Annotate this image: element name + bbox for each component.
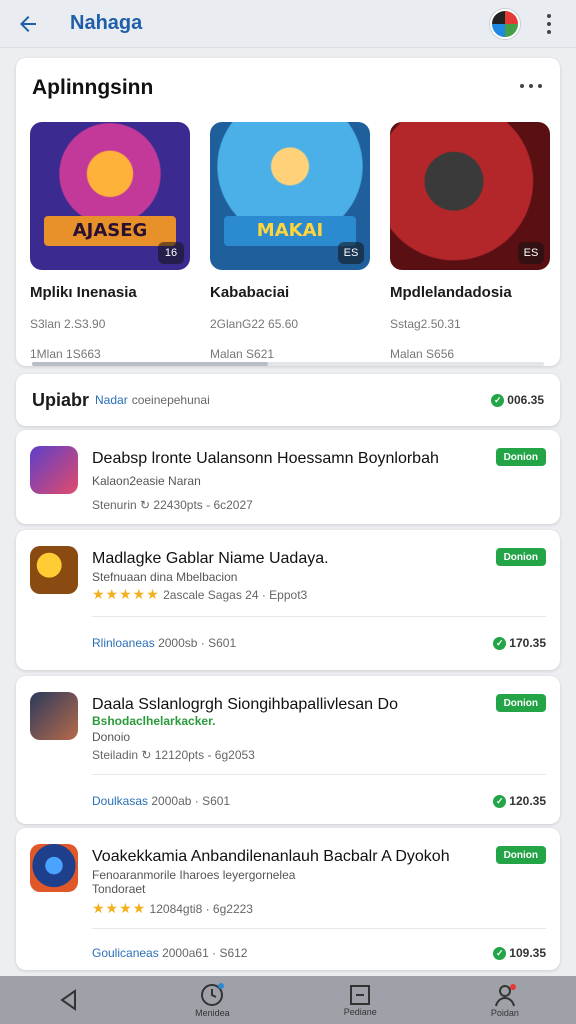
app-title: Madlagke Gablar Niame Uadaya.	[92, 550, 329, 567]
updates-subtitle: coeinepehunai	[131, 393, 210, 407]
divider	[92, 928, 546, 929]
status-badge: ✓ 170.35	[493, 636, 546, 650]
app-meta: 12084gti8 · 6g2223	[149, 902, 253, 916]
app-name: Kababaciai	[210, 284, 290, 301]
arrow-left-icon	[20, 15, 36, 32]
row-footer-meta: 2000a61 · S612	[162, 946, 248, 960]
app-list-item[interactable]: Deabsp lronte Ualansonn Hoessamn Boynlor…	[16, 430, 560, 524]
nav-label: Poidan	[490, 1008, 519, 1018]
app-name: Mplikı Inenasia	[30, 284, 137, 301]
update-button[interactable]: Donion	[495, 448, 546, 466]
person-icon	[494, 984, 516, 1007]
rating-stars-icon: ★★★★	[92, 900, 147, 916]
app-bar: Nahaga	[0, 0, 576, 48]
square-icon	[350, 985, 371, 1005]
update-button[interactable]: Donion	[495, 846, 546, 864]
account-avatar[interactable]	[490, 8, 520, 39]
thumbnail-badge: ES	[518, 242, 544, 264]
app-meta: 2ascale Sagas 24 · Eppot3	[163, 588, 308, 602]
nav-label: Pediane	[343, 1007, 377, 1017]
status-badge: ✓ 006.35	[491, 393, 544, 407]
app-name: Mpdlelandadosia	[390, 284, 512, 301]
row-link[interactable]: Goulicaneas	[92, 946, 159, 960]
clock-icon	[201, 983, 225, 1006]
app-meta-line: Malan S621	[210, 347, 275, 361]
bottom-navigation: Menidea Pediane Poidan	[0, 976, 576, 1024]
app-thumbnail: ES	[390, 122, 550, 270]
back-button[interactable]	[0, 0, 56, 48]
back-triangle-icon	[60, 989, 77, 1011]
nav-label: Menidea	[195, 1008, 230, 1018]
nav-profile[interactable]: Poidan	[491, 982, 519, 1018]
check-icon: ✓	[493, 636, 507, 650]
app-title: Deabsp lronte Ualansonn Hoessamn Boynlor…	[92, 450, 439, 467]
status-badge: ✓ 120.35	[493, 794, 546, 808]
nav-recent[interactable]: Menidea	[195, 982, 230, 1018]
app-title: Voakekkamia Anbandilenanlauh Bacbalr A D…	[92, 848, 450, 865]
app-thumbnail: MAKAI ES	[210, 122, 370, 270]
nav-back[interactable]	[57, 988, 81, 1012]
featured-app-tile[interactable]: MAKAI ES Kababaciai 2GlanG22 65.60 Malan…	[210, 122, 370, 361]
app-meta-line: S3lan 2.S3.90	[30, 317, 106, 331]
divider	[92, 616, 546, 617]
app-icon	[30, 692, 78, 740]
updates-tag[interactable]: Nadar	[95, 393, 128, 407]
check-icon: ✓	[491, 393, 505, 407]
thumbnail-badge: ES	[338, 242, 364, 264]
updates-header: Upiabr Nadar coeinepehunai ✓ 006.35	[16, 374, 560, 426]
update-button[interactable]: Donion	[495, 694, 546, 712]
app-meta: Stenurin ↻ 22430pts - 6c2027	[92, 498, 253, 512]
featured-app-tile[interactable]: AJASEG 16 Mplikı Inenasia S3lan 2.S3.90 …	[30, 122, 190, 361]
app-subtitle-secondary: Donoio	[92, 730, 131, 744]
app-list-item[interactable]: Voakekkamia Anbandilenanlauh Bacbalr A D…	[16, 828, 560, 970]
app-meta: Steiladin ↻ 12120pts - 6g2053	[92, 748, 255, 762]
app-meta-line: Malan S656	[390, 347, 455, 361]
status-badge: ✓ 109.35	[493, 946, 546, 960]
thumbnail-banner: AJASEG	[44, 216, 176, 246]
app-thumbnail: AJASEG 16	[30, 122, 190, 270]
app-icon	[30, 446, 78, 494]
app-subtitle: Stefnuaan dina Mbelbacion	[92, 570, 238, 584]
row-link[interactable]: Doulkasas	[92, 794, 148, 808]
check-icon: ✓	[493, 794, 507, 808]
app-list-item[interactable]: Madlagke Gablar Niame Uadaya. Stefnuaan …	[16, 530, 560, 670]
page-title: Nahaga	[70, 12, 143, 34]
featured-apps-card: Aplinngsinn AJASEG 16 Mplikı Inenasia S3…	[16, 58, 560, 366]
app-meta-line: Sstag2.50.31	[390, 317, 461, 331]
app-meta-line: 2GlanG22 65.60	[210, 317, 299, 331]
section-menu-icon[interactable]	[520, 84, 542, 88]
rating-stars-icon: ★★★★★	[92, 586, 160, 602]
app-meta-line: 1Mlan 1S663	[30, 347, 101, 361]
app-subtitle-secondary: Tondoraet	[92, 882, 146, 896]
app-subtitle: Kalaon2easie Naran	[92, 474, 201, 488]
carousel-scrollbar[interactable]	[32, 362, 544, 366]
divider	[92, 774, 546, 775]
app-title: Daala Sslanlogrgh Siongihbapallivlesan D…	[92, 696, 398, 713]
app-subtitle: Bshodaclhelarkacker.	[92, 714, 216, 728]
more-options-icon[interactable]	[538, 10, 560, 38]
nav-home[interactable]: Pediane	[344, 983, 377, 1017]
app-icon	[30, 844, 78, 892]
app-list-item[interactable]: Daala Sslanlogrgh Siongihbapallivlesan D…	[16, 676, 560, 824]
app-icon	[30, 546, 78, 594]
row-footer-meta: 2000sb · S601	[158, 636, 237, 650]
row-footer-meta: 2000ab · S601	[151, 794, 231, 808]
updates-title: Upiabr	[32, 389, 90, 410]
thumbnail-badge: 16	[158, 242, 184, 264]
app-subtitle: Fenoaranmorile Iharoes leyergornelea	[92, 868, 296, 882]
row-link[interactable]: Rlinloaneas	[92, 636, 155, 650]
featured-section-title: Aplinngsinn	[32, 76, 154, 99]
thumbnail-banner: MAKAI	[224, 216, 356, 246]
check-icon: ✓	[493, 946, 507, 960]
update-button[interactable]: Donion	[495, 548, 546, 566]
featured-app-tile[interactable]: ES Mpdlelandadosia Sstag2.50.31 Malan S6…	[390, 122, 550, 361]
